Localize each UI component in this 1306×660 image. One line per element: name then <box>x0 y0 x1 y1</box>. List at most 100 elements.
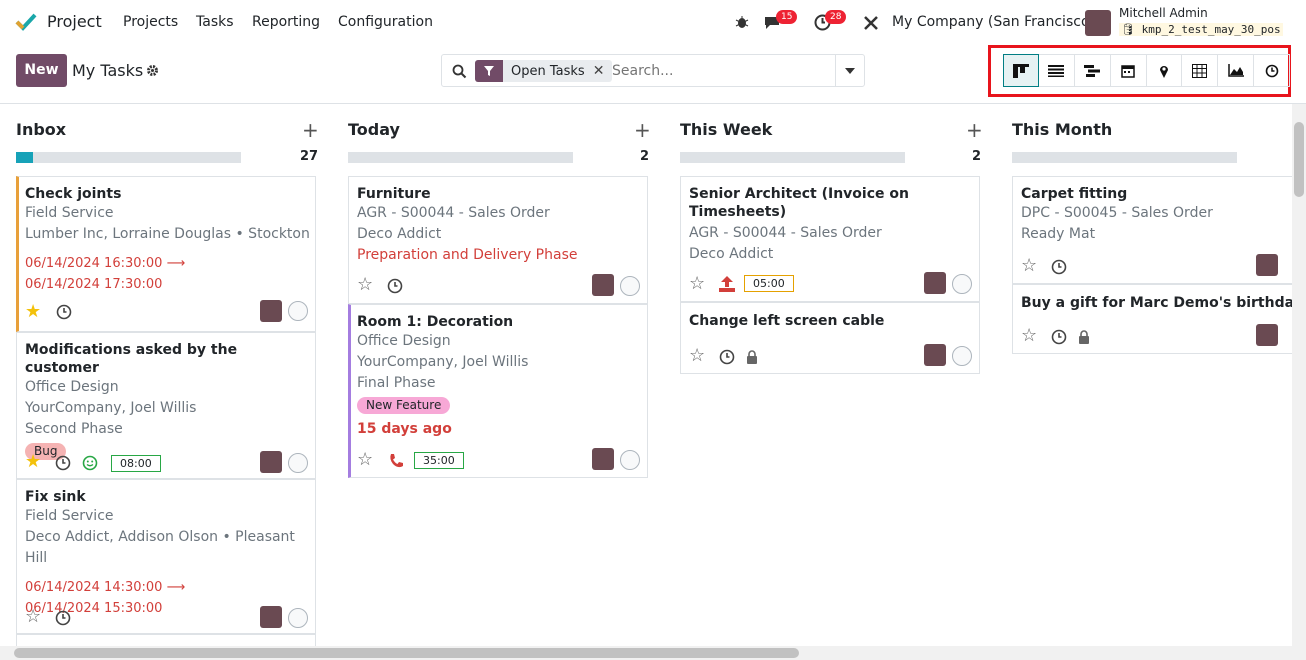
star-outline-icon[interactable]: ☆ <box>689 345 705 366</box>
state-circle[interactable] <box>288 608 308 628</box>
timer-badge[interactable]: 05:00 <box>744 275 794 292</box>
star-outline-icon[interactable]: ☆ <box>357 274 373 295</box>
project-app-icon[interactable] <box>15 12 37 32</box>
scroll-thumb[interactable] <box>14 648 799 658</box>
assignee-avatar[interactable] <box>1256 254 1278 276</box>
progress-bar[interactable] <box>16 152 241 163</box>
gantt-view-button[interactable] <box>1074 54 1111 87</box>
timer-badge[interactable]: 35:00 <box>414 452 464 469</box>
quick-create-button[interactable]: + <box>634 118 651 142</box>
state-circle[interactable] <box>952 346 972 366</box>
upload-icon[interactable] <box>718 276 736 292</box>
activity-view-button[interactable] <box>1254 54 1290 87</box>
kanban-view-button[interactable] <box>1003 54 1039 87</box>
state-circle[interactable] <box>620 276 640 296</box>
activity-clock-icon[interactable] <box>387 278 403 294</box>
task-card[interactable]: Carpet fitting DPC - S00045 - Sales Orde… <box>1012 176 1292 284</box>
calendar-view-button[interactable] <box>1110 54 1147 87</box>
task-project: Field Service <box>25 508 114 524</box>
star-icon[interactable]: ★ <box>25 451 41 472</box>
task-card[interactable]: Check joints Field Service Lumber Inc, L… <box>16 176 316 332</box>
map-icon <box>1159 65 1168 78</box>
state-circle[interactable] <box>288 301 308 321</box>
card-body: Check joints Field Service Lumber Inc, L… <box>25 185 310 295</box>
remove-facet-icon[interactable]: ✕ <box>593 63 613 79</box>
quick-create-button[interactable]: + <box>302 118 319 142</box>
task-card[interactable]: Modifications asked by the customer Offi… <box>16 332 316 479</box>
star-outline-icon[interactable]: ☆ <box>1021 325 1037 346</box>
assignee-avatar[interactable] <box>260 451 282 473</box>
tools-icon[interactable] <box>863 15 879 31</box>
assignee-avatar[interactable] <box>592 448 614 470</box>
menu-configuration[interactable]: Configuration <box>338 14 433 30</box>
task-card[interactable]: Fix sink Field Service Deco Addict, Addi… <box>16 479 316 634</box>
activity-clock-icon[interactable] <box>719 349 735 365</box>
progress-bar[interactable] <box>348 152 573 163</box>
new-button[interactable]: New <box>16 54 67 87</box>
card-body: Modifications asked by the customer Offi… <box>25 341 315 460</box>
facet-label: Open Tasks <box>511 63 585 79</box>
activity-clock-icon[interactable] <box>55 455 71 471</box>
scroll-thumb[interactable] <box>1294 122 1304 197</box>
page-title: My Tasks <box>72 61 144 80</box>
task-card[interactable]: Senior Architect (Invoice on Timesheets)… <box>680 176 980 302</box>
app-name[interactable]: Project <box>47 12 102 31</box>
task-card[interactable]: Change left screen cable ☆ <box>680 302 980 374</box>
activity-clock-icon[interactable] <box>1051 259 1067 275</box>
activity-icon <box>1265 64 1278 77</box>
column-title[interactable]: Today <box>348 120 400 139</box>
progress-bar[interactable] <box>680 152 905 163</box>
graph-view-button[interactable] <box>1218 54 1255 87</box>
assignee-avatar[interactable] <box>1256 324 1278 346</box>
search-input[interactable] <box>612 61 832 81</box>
phone-icon[interactable] <box>388 453 404 469</box>
assignee-avatar[interactable] <box>592 274 614 296</box>
company-switcher[interactable]: My Company (San Francisco) <box>892 14 1095 30</box>
assignee-avatar[interactable] <box>924 344 946 366</box>
quick-create-button[interactable]: + <box>966 118 983 142</box>
bug-icon[interactable] <box>735 15 749 29</box>
progress-fill <box>16 152 33 163</box>
task-customer: YourCompany, Joel Willis <box>25 400 197 416</box>
assignee-avatar[interactable] <box>924 272 946 294</box>
activity-clock-icon[interactable] <box>55 610 71 626</box>
menu-projects[interactable]: Projects <box>123 14 178 30</box>
state-circle[interactable] <box>952 274 972 294</box>
map-view-button[interactable] <box>1146 54 1183 87</box>
filter-facet[interactable]: Open Tasks ✕ <box>475 60 613 82</box>
task-card[interactable]: Furniture AGR - S00044 - Sales Order Dec… <box>348 176 648 304</box>
star-outline-icon[interactable]: ☆ <box>689 273 705 294</box>
pivot-view-button[interactable] <box>1182 54 1219 87</box>
column-title[interactable]: This Month <box>1012 120 1112 139</box>
smile-icon[interactable] <box>82 455 98 471</box>
activity-clock-icon[interactable] <box>1051 329 1067 345</box>
state-circle[interactable] <box>620 450 640 470</box>
kanban-icon <box>1012 63 1029 78</box>
search-options-toggle[interactable] <box>835 55 864 86</box>
menu-reporting[interactable]: Reporting <box>252 14 320 30</box>
activity-clock-icon[interactable] <box>56 304 72 320</box>
gear-icon[interactable] <box>146 64 159 77</box>
column-title[interactable]: This Week <box>680 120 772 139</box>
search-panel: Open Tasks ✕ <box>441 54 865 87</box>
search-icon[interactable] <box>452 64 467 79</box>
star-outline-icon[interactable]: ☆ <box>1021 255 1037 276</box>
progress-bar[interactable] <box>1012 152 1237 163</box>
user-name[interactable]: Mitchell Admin <box>1119 6 1208 20</box>
assignee-avatar[interactable] <box>260 606 282 628</box>
user-avatar[interactable] <box>1085 10 1111 36</box>
menu-tasks[interactable]: Tasks <box>196 14 234 30</box>
list-view-button[interactable] <box>1038 54 1075 87</box>
task-card[interactable]: Room 1: Decoration Office Design YourCom… <box>348 304 648 478</box>
state-circle[interactable] <box>288 453 308 473</box>
star-outline-icon[interactable]: ☆ <box>25 606 41 627</box>
horizontal-scrollbar[interactable] <box>0 646 1306 660</box>
vertical-scrollbar[interactable] <box>1292 104 1306 646</box>
column-title[interactable]: Inbox <box>16 120 66 139</box>
star-icon[interactable]: ★ <box>25 301 41 322</box>
task-card-partial[interactable] <box>16 634 316 646</box>
star-outline-icon[interactable]: ☆ <box>357 449 373 470</box>
timer-badge[interactable]: 08:00 <box>111 455 161 472</box>
assignee-avatar[interactable] <box>260 300 282 322</box>
task-card[interactable]: Buy a gift for Marc Demo's birthday ☆ <box>1012 284 1292 354</box>
